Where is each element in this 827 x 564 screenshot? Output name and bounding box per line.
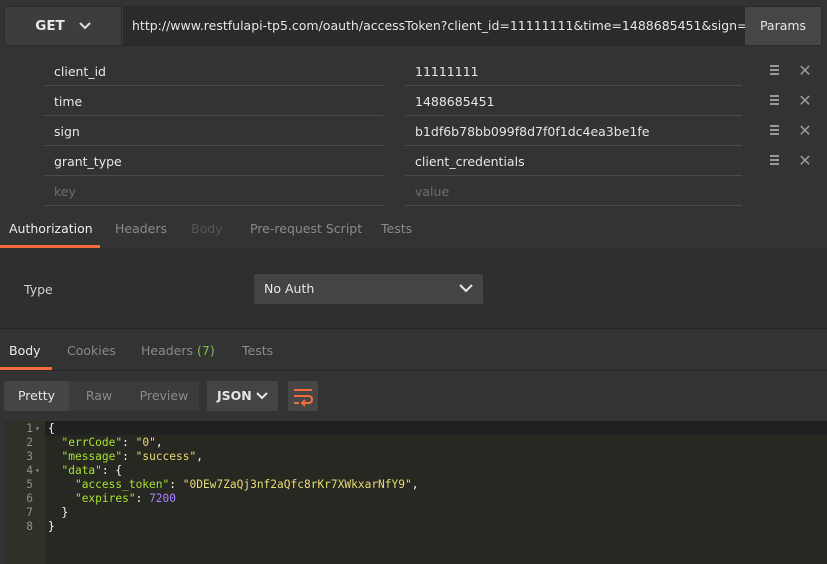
- chevron-down-icon: [459, 284, 473, 293]
- active-line-highlight: [45, 421, 827, 435]
- json-key: "access_token": [74, 478, 170, 491]
- drag-handle-icon[interactable]: [770, 95, 779, 107]
- param-value-field[interactable]: b1df6b78bb099f8d7f0f1dc4ea3be1fe: [405, 117, 742, 146]
- line-number: 6: [26, 492, 33, 505]
- json-key: "data": [61, 464, 102, 477]
- preview-button[interactable]: Preview: [129, 381, 199, 411]
- json-key: "errCode": [61, 436, 123, 449]
- tab-pre-request-script[interactable]: Pre-request Script: [250, 211, 362, 248]
- param-key-field[interactable]: sign: [44, 117, 383, 146]
- json-brace: {: [115, 464, 123, 477]
- json-string: "0DEw7ZaQj3nf2aQfc8rKr7XWkxarNfY9": [182, 478, 412, 491]
- close-icon[interactable]: ✕: [797, 122, 813, 140]
- url-input[interactable]: http://www.restfulapi-tp5.com/oauth/acce…: [123, 7, 745, 45]
- tab-response-headers-label: Headers: [141, 343, 194, 358]
- json-brace: {: [48, 422, 55, 435]
- param-key-field[interactable]: client_id: [44, 57, 383, 86]
- tab-response-headers[interactable]: Headers (7): [141, 333, 215, 370]
- drag-handle-icon[interactable]: [770, 125, 779, 137]
- param-row: client_id 11111111 ✕: [0, 57, 827, 87]
- json-string: "0": [135, 436, 156, 449]
- raw-button[interactable]: Raw: [69, 381, 129, 411]
- auth-type-select[interactable]: No Auth: [254, 274, 483, 304]
- line-number: 8: [26, 520, 33, 533]
- auth-type-label: Type: [24, 282, 53, 297]
- view-mode-toggle: Pretty Raw Preview: [4, 381, 199, 411]
- tab-test-results[interactable]: Tests: [242, 333, 273, 370]
- chevron-down-icon: [79, 22, 91, 30]
- chevron-down-icon: [256, 392, 268, 400]
- code-line: "expires": 7200: [74, 492, 177, 505]
- code-line: "access_token": "0DEw7ZaQj3nf2aQfc8rKr7X…: [74, 478, 419, 491]
- param-value-input[interactable]: value: [405, 177, 742, 206]
- param-key-input[interactable]: key: [44, 177, 383, 206]
- line-number: 3: [26, 450, 33, 463]
- close-icon[interactable]: ✕: [797, 152, 813, 170]
- param-row: grant_type client_credentials ✕: [0, 147, 827, 177]
- param-key-field[interactable]: time: [44, 87, 383, 116]
- code-line: "message": "success",: [61, 450, 203, 463]
- json-key: "expires": [74, 492, 136, 505]
- drag-handle-icon[interactable]: [770, 65, 779, 77]
- tab-response-body[interactable]: Body: [0, 333, 52, 370]
- json-string: "success": [135, 450, 197, 463]
- code-line: }: [48, 506, 68, 519]
- method-dropdown[interactable]: GET: [5, 7, 122, 45]
- json-key: "message": [61, 450, 123, 463]
- wrap-lines-icon: [294, 389, 314, 407]
- line-number: 1: [26, 422, 33, 435]
- json-brace: }: [48, 520, 55, 533]
- fold-arrow-icon[interactable]: ▾: [35, 466, 40, 475]
- pretty-button[interactable]: Pretty: [4, 381, 69, 411]
- param-row: sign b1df6b78bb099f8d7f0f1dc4ea3be1fe ✕: [0, 117, 827, 147]
- line-number: 5: [26, 478, 33, 491]
- close-icon[interactable]: ✕: [797, 62, 813, 80]
- drag-handle-icon[interactable]: [770, 155, 779, 167]
- code-line: }: [48, 520, 55, 533]
- headers-count-badge: (7): [197, 343, 215, 358]
- params-button[interactable]: Params: [745, 7, 821, 45]
- tab-tests[interactable]: Tests: [381, 211, 412, 248]
- tab-cookies[interactable]: Cookies: [67, 333, 116, 370]
- tab-headers[interactable]: Headers: [115, 211, 167, 248]
- fold-arrow-icon[interactable]: ▾: [35, 424, 40, 433]
- line-number: 7: [26, 506, 33, 519]
- json-number: 7200: [149, 492, 177, 505]
- close-icon[interactable]: ✕: [797, 92, 813, 110]
- param-key-field[interactable]: grant_type: [44, 147, 383, 176]
- code-line: "data": {: [61, 464, 123, 477]
- method-label: GET: [35, 18, 65, 34]
- format-value: JSON: [217, 388, 252, 403]
- wrap-lines-button[interactable]: [288, 381, 318, 411]
- tab-authorization[interactable]: Authorization: [0, 211, 100, 248]
- param-value-field[interactable]: 11111111: [405, 57, 742, 86]
- response-tabs: Body Cookies Headers (7) Tests: [0, 333, 827, 371]
- response-code-editor[interactable]: 1 ▾ 2 3 4 ▾ 5 6 7 8 { "errCode": "0", "m…: [4, 421, 827, 564]
- json-brace: }: [61, 506, 69, 519]
- param-row: time 1488685451 ✕: [0, 87, 827, 117]
- line-number-gutter: 1 ▾ 2 3 4 ▾ 5 6 7 8: [4, 421, 45, 564]
- param-row-new: key value: [0, 177, 827, 207]
- auth-type-value: No Auth: [264, 281, 315, 296]
- format-select[interactable]: JSON: [207, 381, 278, 411]
- code-line: {: [48, 422, 55, 435]
- line-number: 4: [26, 464, 33, 477]
- request-tabs: Authorization Headers Body Pre-request S…: [0, 211, 827, 249]
- code-line: "errCode": "0",: [61, 436, 163, 449]
- tab-body[interactable]: Body: [191, 211, 223, 248]
- line-number: 2: [26, 436, 33, 449]
- param-value-field[interactable]: 1488685451: [405, 87, 742, 116]
- param-value-field[interactable]: client_credentials: [405, 147, 742, 176]
- request-bar: GET http://www.restfulapi-tp5.com/oauth/…: [4, 6, 822, 46]
